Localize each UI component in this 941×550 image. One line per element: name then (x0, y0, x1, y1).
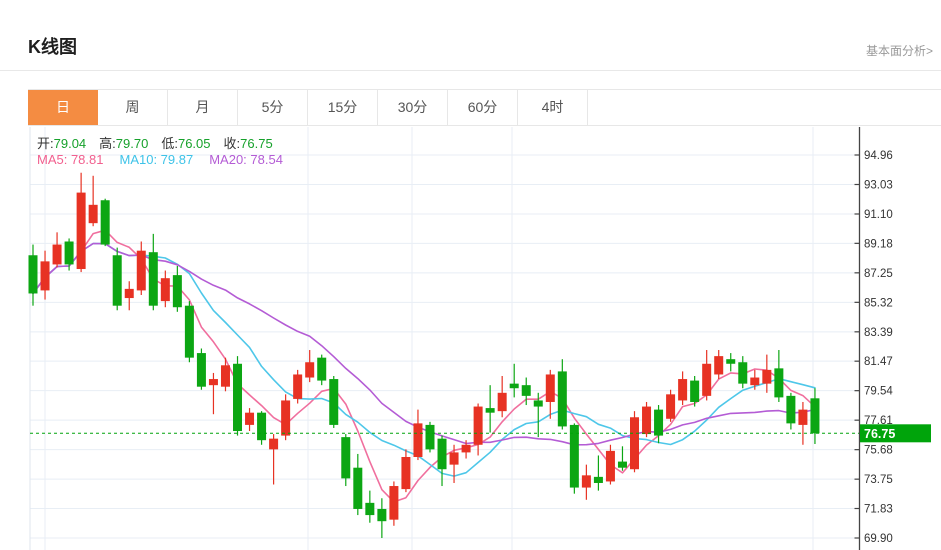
ohlc-pair: 低:76.05 (161, 136, 211, 151)
y-axis-label: 89.18 (864, 238, 893, 250)
candle-body (630, 417, 639, 470)
candle-body (509, 383, 519, 389)
candle-body (233, 363, 243, 432)
ohlc-pair: 开:79.04 (37, 136, 87, 151)
ma-pair: MA5: 78.81 (37, 152, 104, 167)
candle-body (269, 438, 279, 450)
ohlc-pair: 收:76.75 (223, 136, 273, 151)
candle-body (593, 476, 603, 483)
candle-body (341, 437, 351, 479)
candle-body (605, 450, 615, 482)
candle-body (184, 305, 194, 358)
candle-body (810, 398, 820, 434)
candle-body (281, 400, 291, 436)
candle-body (569, 424, 579, 488)
candle-body (762, 369, 772, 384)
candle-body (136, 250, 146, 291)
candle-body (365, 502, 375, 516)
candle-body (666, 394, 676, 419)
candle-body (257, 412, 267, 441)
candle-body (40, 261, 50, 291)
candle-body (64, 241, 74, 265)
candle-body (750, 377, 760, 386)
candle-body (473, 406, 483, 445)
y-axis-label: 91.10 (864, 209, 893, 221)
candle-body (533, 400, 543, 407)
candle-body (76, 192, 86, 270)
candle-body (245, 412, 255, 425)
current-price-badge-label: 76.75 (864, 427, 895, 441)
candle-body (642, 406, 652, 435)
candle-body (654, 409, 664, 436)
y-axis-label: 85.32 (864, 297, 893, 309)
candle-body (305, 362, 315, 378)
candle-body (172, 275, 182, 308)
candle-body (678, 379, 688, 401)
ma-pair: MA20: 78.54 (209, 152, 283, 167)
y-axis-label: 75.68 (864, 445, 893, 457)
candle-body (449, 452, 459, 465)
candle-body (786, 395, 796, 424)
candle-body (545, 374, 555, 402)
candle-body (425, 424, 435, 450)
candle-body (220, 365, 230, 387)
candle-body (52, 244, 62, 265)
candle-body (124, 288, 134, 299)
candle-body (581, 475, 591, 488)
y-axis-label: 83.39 (864, 327, 893, 339)
candle-body (148, 252, 158, 306)
candle-body (774, 368, 784, 398)
candle-body (557, 371, 567, 427)
candle-body (690, 380, 700, 402)
candle-body (798, 409, 808, 425)
candle-body (28, 255, 38, 294)
candle-body (461, 444, 471, 453)
candle-body (100, 200, 110, 245)
candle-body (437, 438, 447, 470)
chart-canvas: 94.96 93.03 91.10 89.18 87.25 85.32 83.39 81.47… (28, 127, 931, 550)
candle-body (196, 353, 206, 387)
candle-body (485, 408, 495, 413)
ma-pair: MA10: 79.87 (119, 152, 194, 167)
candle-body (389, 486, 399, 520)
y-axis-label: 81.47 (864, 356, 893, 368)
ma-readout: MA5: 78.81 MA10: 79.87 MA20: 78.54 (37, 152, 299, 167)
candle-body (317, 357, 327, 381)
candle-body (160, 278, 170, 302)
y-axis-label: 93.03 (864, 179, 893, 191)
kline-page: K线图 基本面分析> 日周月 5分 15分 30分 60分 4时 94.96 93.03 91… (0, 0, 941, 550)
y-axis-label: 71.83 (864, 504, 893, 516)
y-axis-label: 79.54 (864, 386, 893, 398)
ohlc-pair: 高:79.70 (99, 136, 149, 151)
y-axis-label: 69.90 (864, 533, 893, 545)
candle-body (208, 379, 218, 386)
candle-body (726, 359, 736, 364)
candle-body (88, 204, 98, 224)
y-axis-label: 87.25 (864, 268, 893, 280)
candle-body (617, 461, 627, 468)
y-axis-label: 73.75 (864, 474, 893, 486)
candle-body (377, 508, 387, 522)
candle-body (702, 363, 712, 396)
candle-body (738, 362, 748, 384)
candle-body (714, 356, 724, 375)
ohlc-readout: 开:79.04 高:79.70 低:76.05 收:76.75 (37, 133, 286, 152)
candle-body (353, 467, 363, 509)
y-axis-label: 94.96 (864, 150, 893, 162)
candle-body (293, 374, 303, 399)
candle-body (112, 255, 122, 306)
candle-body (401, 456, 411, 490)
candle-body (521, 385, 531, 396)
candle-body (413, 423, 423, 457)
candle-body (497, 392, 507, 412)
candle-body (329, 379, 339, 425)
